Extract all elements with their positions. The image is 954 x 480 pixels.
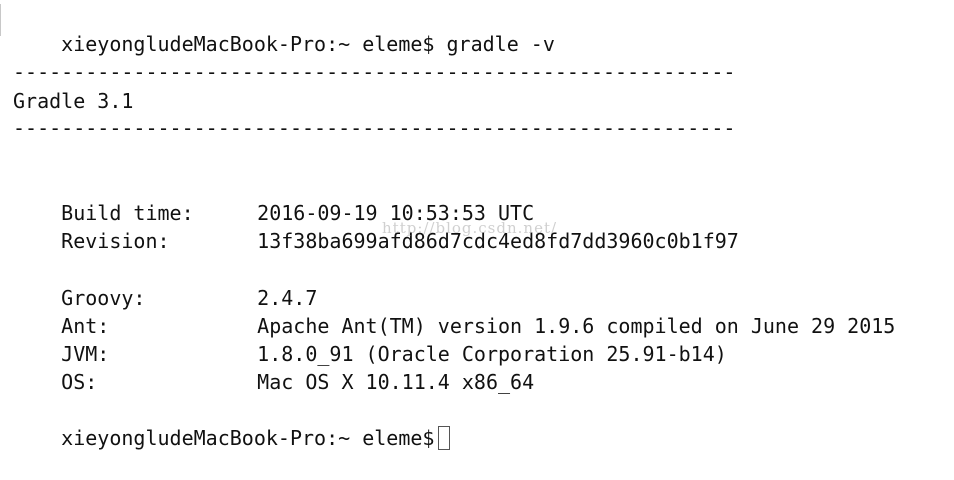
watermark-text: http://blog.csdn.net/ [382,219,558,237]
os-value: Mac OS X 10.11.4 x86_64 [257,370,535,394]
terminal-window[interactable]: xieyongludeMacBook-Pro:~ eleme$ gradle -… [0,0,954,450]
ant-row: Ant: Apache Ant(TM) version 1.9.6 compile… [13,284,895,338]
revision-row: Revision: 13f38ba699afd86d7cdc4ed8fd7dd39… [13,199,739,253]
jvm-row: JVM: 1.8.0_91 (Oracle Corporation 25.91-b… [13,312,727,366]
gradle-version-title: Gradle 3.1 [13,89,134,113]
separator-top: ----------------------------------------… [13,60,736,84]
groovy-row: Groovy: 2.4.7 [13,256,317,310]
os-label: OS: [61,370,98,394]
separator-bottom: ----------------------------------------… [13,116,736,140]
terminal-left-border [0,4,1,36]
os-row: OS: Mac OS X 10.11.4 x86_64 [13,340,534,394]
final-prompt-text: xieyongludeMacBook-Pro:~ eleme$ [61,426,435,450]
build-time-row: Build time: 2016-09-19 10:53:53 UTC [13,171,534,225]
text-cursor-icon [438,426,451,450]
revision-label: Revision: [61,229,170,253]
command-line: xieyongludeMacBook-Pro:~ eleme$ gradle -… [13,2,555,56]
final-prompt-line[interactable]: xieyongludeMacBook-Pro:~ eleme$ [13,396,451,450]
prompt-command-text: xieyongludeMacBook-Pro:~ eleme$ gradle -… [61,32,555,56]
